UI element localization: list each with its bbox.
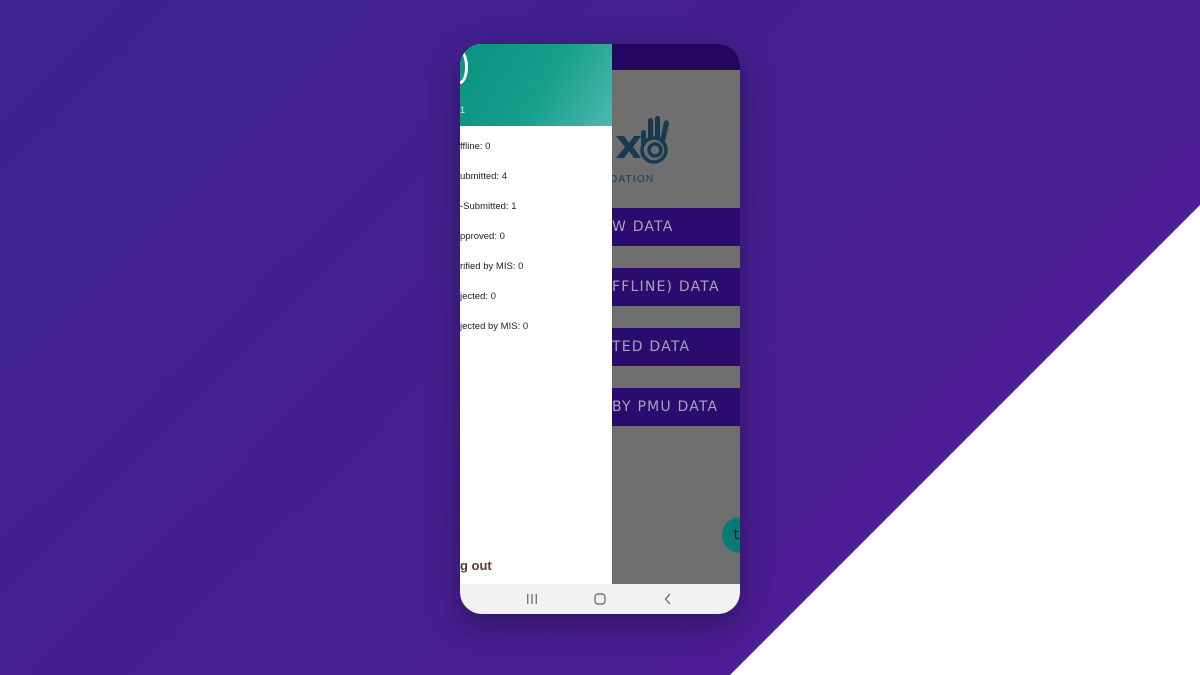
- back-icon: [664, 593, 671, 605]
- logo-text: DATION: [610, 174, 655, 185]
- logout-button[interactable]: g out: [460, 558, 492, 573]
- drawer-item-offline[interactable]: ffline: 0: [460, 141, 490, 152]
- drawer-item-verified-by-mis[interactable]: rified by MIS: 0: [460, 261, 523, 272]
- home-icon: [594, 593, 606, 605]
- hand-logo-icon: [616, 116, 669, 164]
- avatar: [460, 50, 468, 84]
- app-button-label: W DATA: [612, 219, 674, 235]
- drawer-header: 1: [460, 44, 612, 126]
- drawer-item-rejected-by-mis[interactable]: jected by MIS: 0: [460, 321, 528, 332]
- drawer-header-subtext: 1: [460, 105, 466, 115]
- app-button-offline-data[interactable]: FFLINE) DATA: [612, 268, 740, 306]
- drawer-item-re-submitted[interactable]: -Submitted: 1: [460, 201, 517, 212]
- recents-icon: [527, 594, 537, 604]
- app-button-new-data[interactable]: W DATA: [612, 208, 740, 246]
- phone-frame: DATION W DATA FFLINE) DATA TED DATA BY P…: [460, 44, 740, 614]
- app-button-label: BY PMU DATA: [612, 399, 719, 415]
- drawer-item-approved[interactable]: pproved: 0: [460, 231, 505, 242]
- navigation-drawer: 1 ffline: 0 ubmitted: 4 -Submitted: 1 pp…: [460, 44, 612, 584]
- app-button-label: TED DATA: [612, 339, 691, 355]
- system-navigation-bar: [460, 584, 740, 614]
- back-button[interactable]: [648, 589, 688, 609]
- app-button-submitted-data[interactable]: TED DATA: [612, 328, 740, 366]
- drawer-item-rejected[interactable]: jected: 0: [460, 291, 496, 302]
- fab-label: t: [732, 527, 740, 543]
- app-button-pmu-data[interactable]: BY PMU DATA: [612, 388, 740, 426]
- drawer-item-submitted[interactable]: ubmitted: 4: [460, 171, 507, 182]
- home-button[interactable]: [580, 589, 620, 609]
- app-button-label: FFLINE) DATA: [612, 279, 720, 295]
- recents-button[interactable]: [512, 589, 552, 609]
